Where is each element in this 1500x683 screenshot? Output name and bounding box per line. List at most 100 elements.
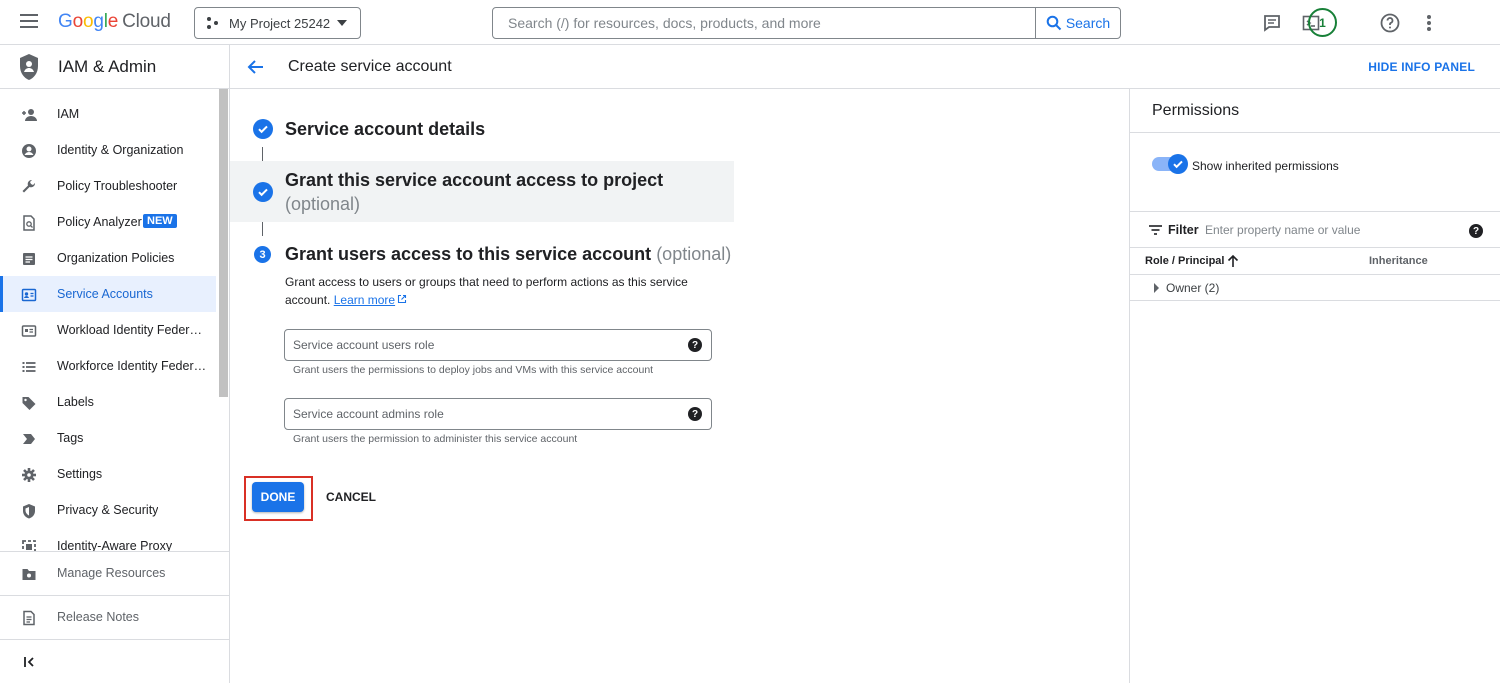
toggle-knob [1168, 154, 1188, 174]
main-menu-icon[interactable] [20, 14, 38, 30]
learn-more-link[interactable]: Learn more [334, 293, 407, 307]
sidebar-item-policy-troubleshooter[interactable]: Policy Troubleshooter [0, 168, 216, 204]
users-role-field: ? [284, 329, 712, 361]
main-content: Service account details Grant this servi… [230, 89, 1129, 683]
back-arrow-icon[interactable] [247, 58, 265, 76]
sidebar-item-labels[interactable]: Labels [0, 384, 216, 420]
new-badge: NEW [143, 214, 177, 228]
step3-optional: (optional) [656, 244, 732, 264]
toggle-label: Show inherited permissions [1192, 159, 1339, 173]
sort-arrow-up-icon[interactable] [1227, 254, 1239, 268]
document-search-icon [23, 215, 35, 231]
sidebar-item-manage-resources[interactable]: Manage Resources [0, 551, 229, 595]
help-icon[interactable]: ? [1469, 224, 1483, 238]
sidebar-header: IAM & Admin [0, 45, 230, 89]
id-card-icon [21, 325, 37, 337]
info-panel-header: Permissions [1130, 89, 1500, 133]
sidebar-item-tags[interactable]: Tags [0, 420, 216, 456]
sidebar-item-workload-identity-federation[interactable]: Workload Identity Federati... [0, 312, 216, 348]
users-role-input[interactable] [285, 330, 675, 360]
users-role-hint: Grant users the permissions to deploy jo… [293, 364, 654, 376]
help-icon[interactable]: ? [688, 338, 702, 352]
step1-check-icon [253, 119, 273, 139]
chevron-down-icon [337, 20, 347, 26]
project-name: My Project 25242 [229, 15, 331, 31]
sidebar-item-identity-organization[interactable]: Identity & Organization [0, 132, 216, 168]
person-add-icon [22, 109, 37, 121]
done-button[interactable]: DONE [252, 482, 304, 512]
step3-title-text: Grant users access to this service accou… [285, 244, 652, 264]
sidebar-item-iam[interactable]: IAM [0, 96, 216, 132]
wrench-icon [22, 179, 36, 193]
iam-shield-icon [20, 54, 38, 80]
step2-title[interactable]: Grant this service account access to pro… [285, 170, 663, 191]
permissions-table-header: Role / Principal Inheritance [1130, 248, 1500, 275]
filter-icon [1149, 225, 1162, 235]
info-panel-title: Permissions [1152, 102, 1240, 119]
notes-icon [23, 610, 35, 626]
cancel-button[interactable]: CANCEL [326, 490, 376, 504]
sidebar-item-workforce-identity-federation[interactable]: Workforce Identity Federa... [0, 348, 216, 384]
help-icon[interactable] [1375, 8, 1405, 38]
more-options-icon[interactable] [1414, 8, 1444, 38]
collapse-left-icon [24, 657, 34, 667]
sidebar-title: IAM & Admin [58, 57, 157, 76]
sidebar-item-policy-analyzer[interactable]: Policy Analyzer NEW [0, 204, 216, 240]
search-bar: Search [492, 7, 1121, 39]
hide-info-panel-button[interactable]: HIDE INFO PANEL [1368, 60, 1475, 74]
step3-description: Grant access to users or groups that nee… [285, 273, 695, 309]
google-cloud-logo[interactable]: Google Cloud [58, 11, 171, 33]
sidebar-scrollbar[interactable] [219, 89, 228, 397]
feedback-icon[interactable] [1257, 8, 1287, 38]
column-role-principal[interactable]: Role / Principal [1145, 255, 1224, 267]
step1-title[interactable]: Service account details [285, 119, 485, 140]
gear-icon [22, 468, 36, 482]
filter-input[interactable] [1205, 218, 1465, 242]
help-icon[interactable]: ? [688, 407, 702, 421]
label-tag-icon [22, 397, 36, 410]
search-button-label: Search [1065, 15, 1111, 31]
sidebar-item-service-accounts[interactable]: Service Accounts [0, 276, 216, 312]
external-link-icon [398, 294, 407, 304]
project-icon [207, 17, 219, 29]
sidebar-item-settings[interactable]: Settings [0, 456, 216, 492]
step-connector [262, 147, 263, 161]
info-panel: Permissions Show inherited permissions F… [1129, 89, 1500, 683]
row-label: Owner (2) [1166, 281, 1220, 295]
top-bar: GoogleCloud My Project 25242 Search 1 [0, 0, 1500, 45]
sidebar-item-release-notes[interactable]: Release Notes [0, 595, 229, 639]
shield-icon [23, 504, 35, 519]
page-header: Create service account HIDE INFO PANEL [230, 45, 1500, 89]
admins-role-input[interactable] [285, 399, 675, 429]
notification-badge[interactable]: 1 [1308, 8, 1337, 37]
folder-gear-icon [22, 569, 36, 580]
admins-role-field: ? [284, 398, 712, 430]
tag-chevron-icon [23, 434, 35, 444]
column-inheritance[interactable]: Inheritance [1369, 255, 1428, 267]
sidebar-item-organization-policies[interactable]: Organization Policies [0, 240, 216, 276]
search-input[interactable] [493, 8, 1037, 38]
inherited-permissions-toggle[interactable] [1152, 154, 1188, 174]
sidebar-collapse[interactable] [0, 639, 229, 683]
table-row[interactable]: Owner (2) [1130, 275, 1500, 301]
project-selector[interactable]: My Project 25242 [194, 7, 361, 39]
learn-more-label: Learn more [333, 293, 396, 307]
sidebar-item-privacy-security[interactable]: Privacy & Security [0, 492, 216, 528]
step3-title: Grant users access to this service accou… [285, 244, 731, 265]
step-connector [262, 222, 263, 236]
expand-arrow-icon[interactable] [1154, 283, 1159, 293]
step2-optional: (optional) [285, 194, 361, 214]
search-icon [1046, 15, 1062, 31]
filter-label: Filter [1168, 223, 1199, 237]
page-title: Create service account [288, 58, 452, 75]
list-icon [22, 362, 36, 372]
step3-number: 3 [254, 246, 271, 263]
filter-bar: Filter ? [1130, 211, 1500, 248]
service-account-icon [21, 288, 37, 302]
sidebar-nav: IAM Identity & Organization Policy Troub… [0, 96, 216, 564]
list-box-icon [23, 253, 35, 265]
step2-check-icon [253, 182, 273, 202]
search-button[interactable]: Search [1035, 8, 1120, 38]
account-circle-icon [22, 144, 36, 158]
sidebar: IAM Identity & Organization Policy Troub… [0, 89, 230, 683]
